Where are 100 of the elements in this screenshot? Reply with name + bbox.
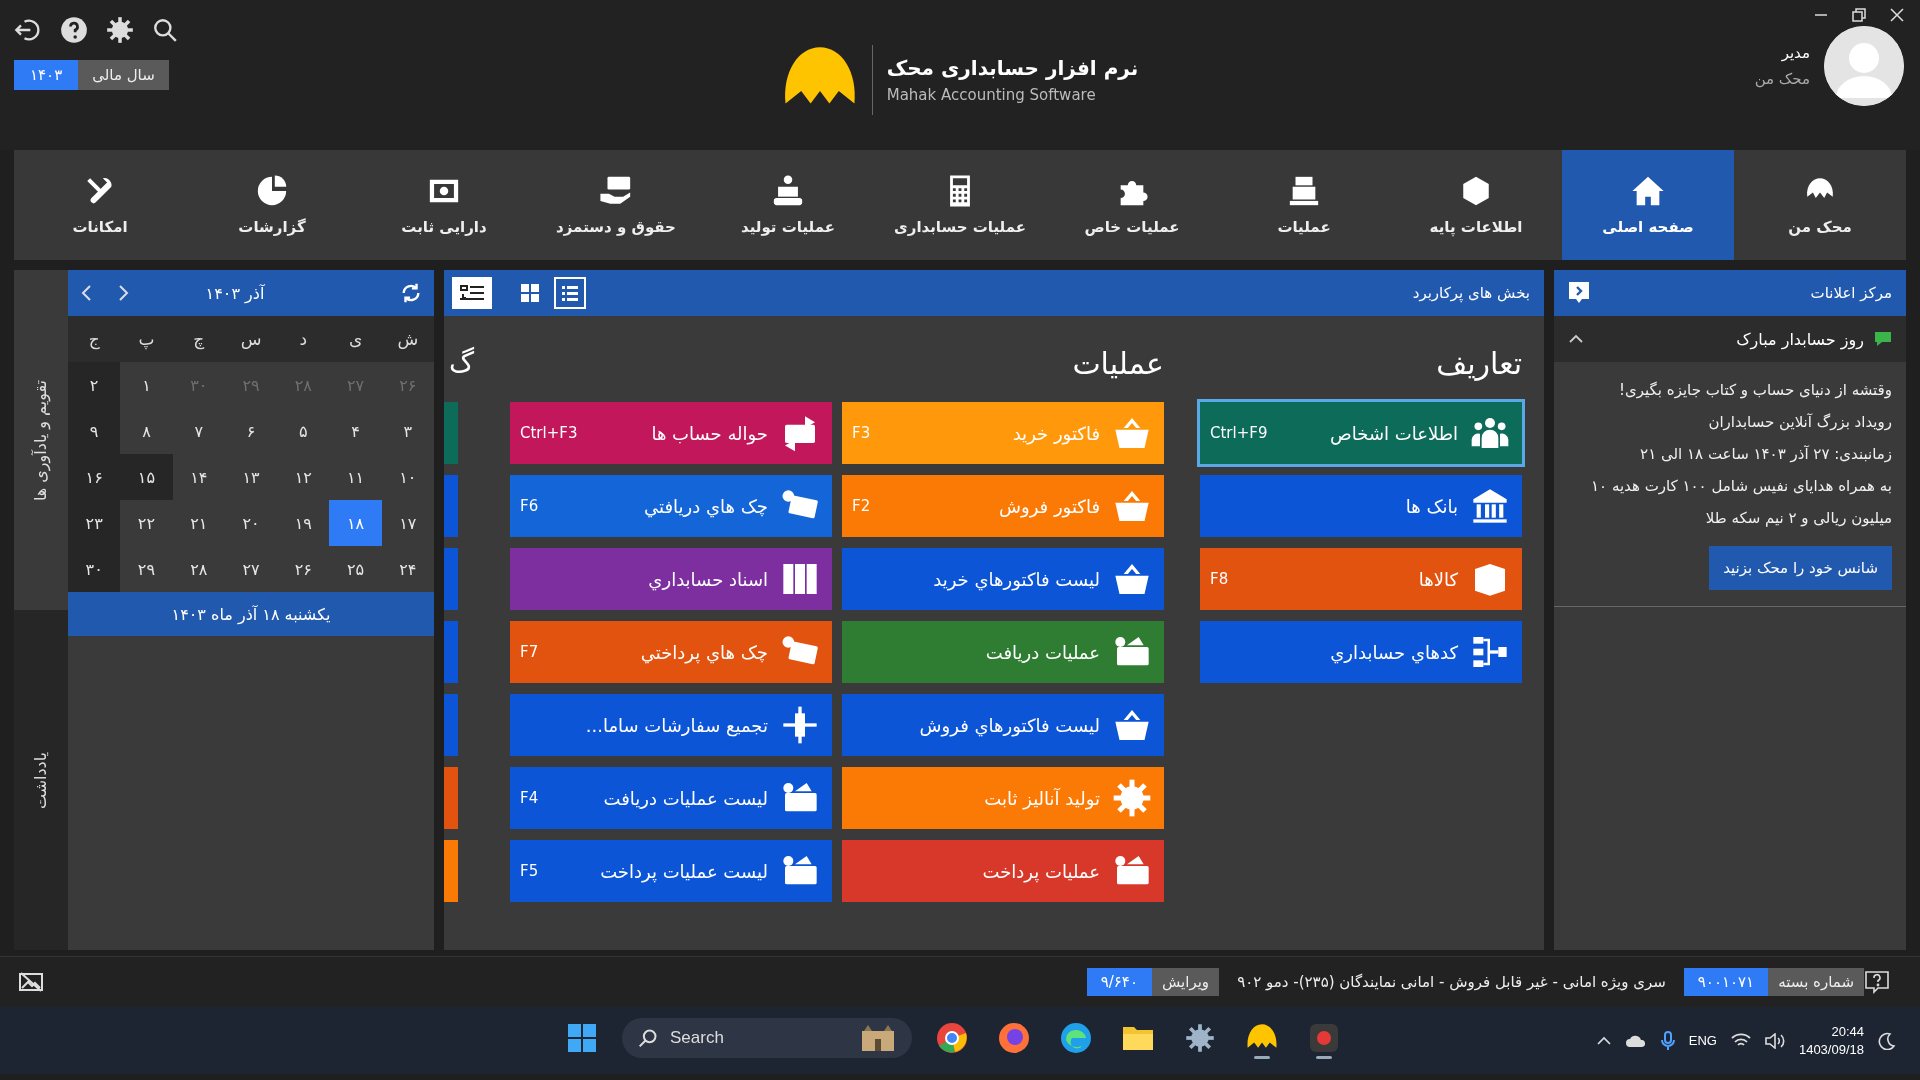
logo-subtitle: Mahak Accounting Software [886, 86, 1097, 104]
logo-title: نرم افزار حسابداری محک [886, 56, 1139, 80]
edition-text: سری ویژه امانی - غیر قابل فروش - امانی نمایندگان (۲۳۵)- دمو ۹۰۲ [1236, 973, 1667, 991]
tile-edge[interactable] [444, 548, 458, 610]
tile-edge[interactable] [444, 694, 458, 756]
message-icon[interactable] [1568, 281, 1590, 305]
tile[interactable]: کدهاي حسابداري [1200, 621, 1522, 683]
gear-icon [1112, 778, 1152, 818]
moon-icon[interactable] [1878, 1031, 1896, 1050]
notification-text: زمانبندی: ۲۷ آذر ۱۴۰۳ ساعت ۱۸ الی ۲۱ [1639, 444, 1892, 465]
side-tab[interactable]: تقویم و یادآوری ها [14, 270, 68, 610]
search-icon[interactable] [152, 17, 178, 43]
cash-register-icon [1287, 174, 1321, 208]
close-icon[interactable] [1890, 8, 1904, 22]
calendar-day[interactable]: ۱۸ [329, 500, 382, 546]
calendar-day[interactable]: ۹ [68, 408, 121, 454]
shortcut: F3 [852, 424, 871, 442]
notification-button[interactable]: شانس خود را محک بزنید [1709, 546, 1892, 590]
user-name: محک من [1754, 70, 1810, 88]
cloud-icon[interactable] [1624, 1033, 1647, 1048]
nav-tab[interactable]: دارایی ثابت [358, 150, 530, 260]
fiscal-year[interactable]: ۱۴۰۳ [14, 60, 79, 90]
weekday-header: ج [68, 316, 121, 362]
tile-edge[interactable] [444, 840, 458, 902]
tile[interactable]: لیست فاکتورهاي فروش [842, 694, 1164, 756]
tile-edge[interactable] [444, 767, 458, 829]
weekday-header: س [224, 316, 278, 362]
volume-icon[interactable] [1764, 1032, 1785, 1049]
next-icon[interactable] [116, 284, 130, 302]
help-icon[interactable] [60, 16, 88, 44]
nav-tab[interactable]: عملیات خاص [1046, 150, 1218, 260]
build-number: ۹۰۰۱۰۷۱ [1683, 968, 1769, 996]
search-icon[interactable] [638, 1027, 658, 1048]
nav-tab[interactable]: حقوق و دستمزد [530, 150, 702, 260]
panel-title: بخش های پرکاربرد [1412, 284, 1530, 302]
browser-icon[interactable] [1060, 1021, 1092, 1054]
tile[interactable]: لیست فاکتورهاي خرید [842, 548, 1164, 610]
clock-time[interactable]: 20:44 [1831, 1024, 1864, 1039]
weekday-header: ش [381, 316, 434, 362]
notification-title: روز حسابدار مبارک [1736, 329, 1864, 349]
tile-edge[interactable] [444, 402, 458, 464]
tile[interactable]: عملیات دریافت [842, 621, 1164, 683]
list-icon [459, 283, 485, 303]
nav-tab[interactable]: عملیات تولید [702, 150, 874, 260]
calendar-day[interactable]: ۱۶ [68, 454, 121, 500]
version-number: ۹/۶۴۰ [1086, 968, 1152, 996]
shortcut: F7 [520, 643, 539, 661]
pie-chart-icon [255, 174, 289, 208]
help-icon[interactable] [1864, 970, 1890, 994]
microphone-icon[interactable] [1660, 1030, 1675, 1051]
image-off-icon[interactable] [18, 971, 44, 993]
side-tab[interactable]: یادداشت [14, 610, 68, 950]
shortcut: F6 [520, 497, 539, 515]
calendar-day[interactable]: ۲۳ [68, 500, 121, 546]
notification-text: رویداد بزرگ آنلاین حسابداران [1707, 412, 1892, 433]
notification-header[interactable]: روز حسابدار مبارک [1554, 316, 1906, 362]
settings-icon[interactable] [1185, 1022, 1215, 1053]
clock-date[interactable]: 1403/09/18 [1798, 1042, 1864, 1057]
grid-icon [520, 283, 540, 303]
nav-tab[interactable]: اطلاعات پایه [1390, 150, 1562, 260]
shortcut: Ctrl+F9 [1210, 424, 1268, 442]
weekday-header: پ [120, 316, 173, 362]
notifications-title: مرکز اعلانات [1810, 284, 1892, 302]
restore-icon[interactable] [1852, 8, 1866, 22]
nav-tab[interactable]: عملیات [1218, 150, 1390, 260]
tile[interactable]: تجمیع سفارشات ساما... [510, 694, 832, 756]
search-field[interactable]: Search [622, 1017, 912, 1058]
user-role: مدیر [1781, 44, 1810, 62]
nav-tab[interactable]: گزارشات [186, 150, 358, 260]
browser-icon[interactable] [936, 1021, 968, 1054]
today-date: یکشنبه ۱۸ آذر ماه ۱۴۰۳ [68, 592, 434, 636]
tile-edge[interactable] [444, 475, 458, 537]
windows-icon[interactable] [567, 1022, 597, 1053]
weekday-header: ی [329, 316, 382, 362]
nav-tab[interactable]: محک من [1734, 150, 1906, 260]
language-indicator[interactable]: ENG [1688, 1033, 1717, 1048]
record-icon[interactable] [1309, 1022, 1339, 1053]
weekday-header: چ [172, 316, 225, 362]
nav-tab[interactable]: امکانات [14, 150, 186, 260]
tile-edge[interactable] [444, 621, 458, 683]
nav-tab[interactable]: عملیات حسابداری [874, 150, 1046, 260]
settings-icon[interactable] [106, 16, 134, 44]
previous-icon[interactable] [80, 284, 94, 302]
nav-tab[interactable]: صفحه اصلی [1562, 150, 1734, 260]
toggle-button[interactable] [452, 277, 492, 309]
caret-icon[interactable] [1596, 1035, 1611, 1046]
avatar[interactable] [1824, 26, 1904, 106]
calendar-day[interactable]: ۲ [68, 362, 121, 408]
build-label: شماره بسته [1768, 968, 1864, 996]
shortcut: Ctrl+F3 [520, 424, 578, 442]
fiscal-year-label: سال مالی [78, 60, 169, 90]
tile[interactable]: عملیات پرداخت [842, 840, 1164, 902]
logout-icon[interactable] [14, 16, 42, 44]
calendar-day[interactable]: ۱۵ [120, 454, 173, 500]
tile[interactable]: بانک ها [1200, 475, 1522, 537]
list-view-button[interactable] [554, 277, 586, 309]
caret-icon[interactable] [1568, 334, 1584, 344]
tile[interactable]: اسناد حسابداري [510, 548, 832, 610]
refresh-icon[interactable] [400, 282, 422, 304]
calendar-day[interactable]: ۳۰ [68, 546, 121, 592]
